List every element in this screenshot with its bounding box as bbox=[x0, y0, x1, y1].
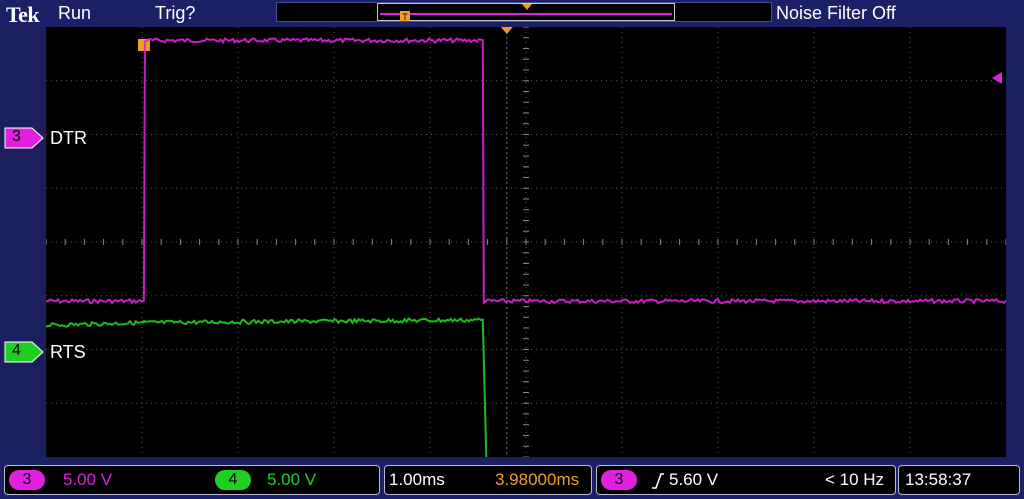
record-view-window: T bbox=[377, 3, 675, 22]
waveform-display bbox=[46, 27, 1006, 457]
trigger-status: Trig? bbox=[155, 3, 196, 23]
svg-text:T: T bbox=[402, 12, 408, 22]
trigger-frequency: < 10 Hz bbox=[825, 470, 885, 489]
timebase-position: 3.98000ms bbox=[495, 470, 580, 489]
channel-4-number: 4 bbox=[12, 342, 21, 359]
timebase-scale: 1.00ms bbox=[389, 470, 445, 489]
clock-readout: 13:58:37 bbox=[898, 465, 1020, 495]
trigger-position-icon bbox=[500, 27, 513, 34]
acquisition-status: Run bbox=[58, 3, 92, 23]
ch3-badge: 3 bbox=[9, 470, 45, 490]
channel-3-label: DTR bbox=[50, 128, 87, 148]
channel-3-number: 3 bbox=[12, 128, 21, 145]
channel-4-label: RTS bbox=[50, 342, 86, 362]
trigger-source-badge: 3 bbox=[601, 470, 637, 490]
trigger-level-icon bbox=[992, 72, 1002, 84]
trigger-readout[interactable]: 3 5.60 V < 10 Hz bbox=[596, 465, 896, 495]
vertical-readout[interactable]: 3 5.00 V 4 5.00 V bbox=[4, 465, 380, 495]
ch3-scale: 5.00 V bbox=[63, 470, 113, 489]
top-status-bar: Tek Run Trig? T Noise Filter Off bbox=[0, 0, 1024, 27]
clock-time: 13:58:37 bbox=[905, 470, 972, 489]
ch4-badge: 4 bbox=[215, 470, 251, 490]
bottom-readout-bar: 3 5.00 V 4 5.00 V 1.00ms 3.98000ms 3 5.6… bbox=[0, 459, 1024, 499]
ch4-scale: 5.00 V bbox=[267, 470, 317, 489]
rising-edge-icon bbox=[652, 473, 664, 489]
horizontal-readout[interactable]: 1.00ms 3.98000ms bbox=[384, 465, 592, 495]
waveform-graticule bbox=[46, 27, 1006, 457]
trigger-level: 5.60 V bbox=[669, 470, 719, 489]
noise-filter-status: Noise Filter Off bbox=[776, 3, 896, 23]
brand-logo: Tek bbox=[6, 2, 40, 27]
